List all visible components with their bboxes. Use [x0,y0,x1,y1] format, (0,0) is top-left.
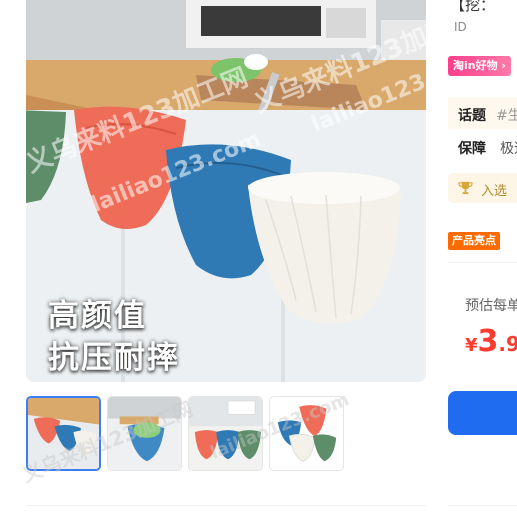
thumbnail-4-image [270,397,343,470]
product-page: 高颜值 抗压耐摔 义乌来料123加工网 lailiao123.com 义乌来料1… [0,0,517,513]
thumbnail-3-image [189,397,262,470]
caption-line-1: 高颜值 [48,298,147,334]
estimate-label: 预估每单 [465,298,517,314]
caption-line-2: 抗压耐摔 [48,340,180,376]
haowu-tag[interactable]: 淘in好物 › [448,56,511,76]
selection-text: 入选 [481,184,508,199]
divider [448,262,517,263]
thumbnail-2-image [108,397,181,470]
main-product-image[interactable]: 高颜值 抗压耐摔 义乌来料123加工网 lailiao123.com 义乌来料1… [26,0,426,382]
topic-label: 话题 [458,108,486,124]
thumbnail-strip: 义乌来料123加工网 lailiao123.com [19,389,356,487]
trophy-icon [458,181,473,195]
topic-value: #生 [496,108,517,124]
thumbnail-1[interactable] [26,396,101,471]
thumbnail-4[interactable] [269,396,344,471]
thumbnail-1-image [28,398,99,469]
product-id-label: ID [454,20,467,34]
divider [26,505,426,506]
product-highlight-tag: 产品亮点 [448,232,500,250]
price: ¥3.9 [465,324,517,359]
price-currency: ¥ [465,335,478,356]
price-decimal: .9 [498,332,517,356]
price-integer: 3 [477,324,499,359]
guarantee-label: 保障 [458,141,486,157]
product-info-panel: 【挖： ID 淘in好物 › 话题 #生 保障 极速 入选 产品亮点 预估每单 … [448,0,517,513]
topic-row[interactable]: 话题 #生 [448,97,517,129]
thumbnail-3[interactable] [188,396,263,471]
guarantee-row: 保障 极速 [448,138,517,160]
guarantee-value: 极速 [500,141,517,157]
product-title: 【挖： [450,0,496,14]
selection-banner[interactable]: 入选 [448,173,517,203]
primary-action-button[interactable] [448,391,517,435]
thumbnail-2[interactable] [107,396,182,471]
